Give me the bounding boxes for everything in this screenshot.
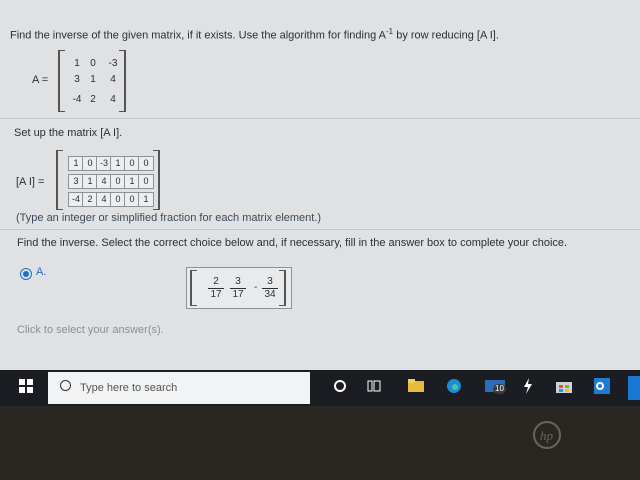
windows-icon[interactable] [16, 378, 36, 398]
divider [0, 118, 640, 119]
matrix-a-cell: 1 [74, 58, 80, 69]
divider [0, 229, 640, 230]
taskbar-search-box[interactable]: Type here to search [48, 372, 310, 404]
augmented-left-bracket [56, 150, 63, 210]
mail-icon[interactable]: 10 [484, 378, 506, 398]
inverse-right-bracket [279, 270, 286, 306]
choice-a-radio[interactable] [20, 268, 32, 280]
inverse-entry-2[interactable]: 3 17 [230, 276, 246, 301]
augmented-label: [A I] = [16, 176, 45, 188]
outlook-icon[interactable] [592, 378, 612, 398]
matrix-a-cell: -3 [108, 58, 118, 69]
laptop-bezel: hp [0, 406, 640, 480]
matrix-a-cell: 3 [74, 74, 80, 85]
augmented-cell-input[interactable]: 0 [138, 174, 154, 189]
task-view-icon[interactable] [364, 378, 384, 398]
inverse-entry-3-sign: - [254, 282, 258, 293]
svg-text:hp: hp [540, 428, 554, 443]
matrix-a-cell: 1 [90, 74, 96, 85]
matrix-a-right-bracket [119, 50, 126, 112]
inverse-left-bracket [190, 270, 197, 306]
edge-icon[interactable] [444, 378, 464, 398]
matrix-a-label: A = [32, 74, 49, 86]
matrix-a-cell: 4 [110, 74, 116, 85]
augmented-right-bracket [153, 150, 160, 210]
choice-a-label[interactable]: A. [36, 266, 46, 278]
mail-badge: 10 [493, 384, 506, 394]
select-answer-hint: Click to select your answer(s). [17, 324, 164, 336]
setup-hint: (Type an integer or simplified fraction … [16, 212, 322, 224]
cortana-icon[interactable] [330, 378, 350, 398]
inverse-entry-3[interactable]: 3 34 [262, 276, 278, 301]
matrix-a-cell: -4 [72, 94, 82, 105]
taskbar-app-partial-icon[interactable] [628, 376, 640, 400]
matrix-a-cell: 2 [90, 94, 96, 105]
search-placeholder: Type here to search [80, 382, 178, 394]
file-explorer-icon[interactable] [406, 378, 426, 398]
question-prompt: Find the inverse of the given matrix, if… [10, 27, 499, 42]
browser-page: Find the inverse of the given matrix, if… [0, 0, 640, 370]
matrix-a-cell: 4 [110, 94, 116, 105]
hp-logo-icon: hp [533, 421, 561, 449]
inverse-exponent: -1 [386, 27, 394, 36]
inverse-entry-1[interactable]: 2 17 [208, 276, 224, 301]
store-icon[interactable] [554, 378, 574, 398]
search-icon [60, 380, 71, 391]
matrix-a-left-bracket [58, 50, 65, 112]
augmented-cell-input[interactable]: 1 [138, 192, 154, 207]
inverse-instruction: Find the inverse. Select the correct cho… [17, 237, 568, 249]
sparkle-icon[interactable] [518, 378, 538, 398]
setup-instruction: Set up the matrix [A I]. [14, 127, 123, 139]
augmented-cell-input[interactable]: 0 [138, 156, 154, 171]
matrix-a-cell: 0 [90, 58, 96, 69]
